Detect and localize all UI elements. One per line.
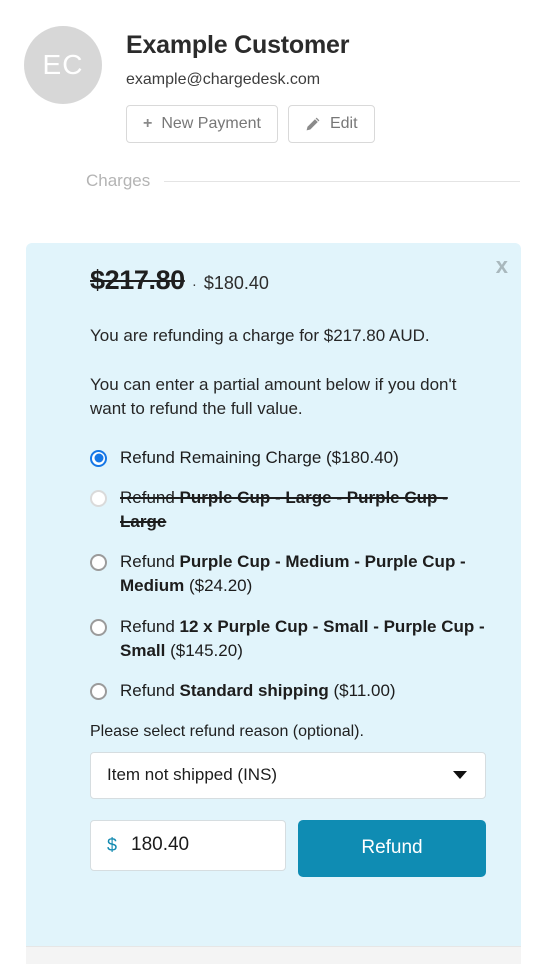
close-icon[interactable]: x (496, 255, 508, 277)
amount-separator: · (191, 276, 197, 293)
currency-icon: $ (107, 834, 118, 855)
avatar-initials: EC (42, 49, 84, 80)
refund-option-0[interactable]: Refund Remaining Charge ($180.40) (90, 446, 491, 470)
avatar: EC (24, 26, 102, 104)
refund-option-2[interactable]: Refund Purple Cup - Medium - Purple Cup … (90, 550, 491, 598)
refund-option-label-4: Refund Standard shipping ($11.00) (120, 680, 396, 700)
chevron-down-icon (453, 771, 467, 780)
header-actions: + New Payment Edit (126, 104, 375, 144)
customer-header: EC Example Customer example@chargedesk.c… (0, 0, 542, 144)
customer-info: Example Customer example@chargedesk.com … (126, 26, 375, 144)
charges-label: Charges (86, 171, 151, 191)
plus-icon: + (143, 115, 153, 133)
refund-reason-label: Please select refund reason (optional). (90, 722, 364, 740)
customer-email: example@chargedesk.com (126, 70, 321, 88)
amount-summary: $217.80 · $180.40 (90, 265, 491, 296)
new-payment-label: New Payment (161, 114, 261, 132)
radio-4[interactable] (90, 682, 107, 700)
refund-option-1[interactable]: Refund Purple Cup - Large - Purple Cup -… (90, 486, 491, 534)
pencil-icon (305, 116, 321, 132)
page-title: Example Customer (126, 31, 350, 59)
panel-footer-strip (26, 946, 521, 964)
refund-option-label-1: Refund Purple Cup - Large - Purple Cup -… (120, 488, 448, 532)
refund-partial-text: You can enter a partial amount below if … (90, 374, 457, 419)
remaining-amount: $180.40 (203, 273, 269, 293)
refund-option-label-0: Refund Remaining Charge ($180.40) (120, 447, 399, 467)
refund-controls-row: $ 180.40 Refund (90, 819, 491, 877)
refund-amount-input[interactable]: $ 180.40 (90, 819, 286, 871)
refund-panel: $217.80 · $180.40 You are refunding a ch… (26, 243, 521, 946)
radio-1[interactable] (90, 490, 107, 508)
refund-option-4[interactable]: Refund Standard shipping ($11.00) (90, 679, 491, 703)
refund-reason-value: Item not shipped (INS) (107, 765, 278, 785)
radio-2[interactable] (90, 554, 107, 572)
radio-3[interactable] (90, 618, 107, 636)
refund-amount-value: 180.40 (131, 834, 190, 856)
radio-0[interactable] (90, 449, 107, 467)
edit-label: Edit (329, 114, 358, 132)
original-amount: $217.80 (90, 265, 185, 295)
refund-option-3[interactable]: Refund 12 x Purple Cup - Small - Purple … (90, 615, 491, 663)
section-divider (164, 180, 520, 182)
refund-reason-select[interactable]: Item not shipped (INS) (90, 751, 486, 799)
refund-submit-button[interactable]: Refund (298, 819, 486, 877)
refund-options-group: Refund Remaining Charge ($180.40) Refund … (90, 446, 491, 703)
edit-button[interactable]: Edit (287, 104, 375, 144)
refund-intro-text: You are refunding a charge for $217.80 A… (90, 326, 430, 345)
refund-option-label-3: Refund 12 x Purple Cup - Small - Purple … (120, 616, 485, 660)
charges-section-header: Charges (86, 171, 520, 191)
refund-option-label-2: Refund Purple Cup - Medium - Purple Cup … (120, 552, 466, 596)
new-payment-button[interactable]: + New Payment (126, 104, 278, 144)
